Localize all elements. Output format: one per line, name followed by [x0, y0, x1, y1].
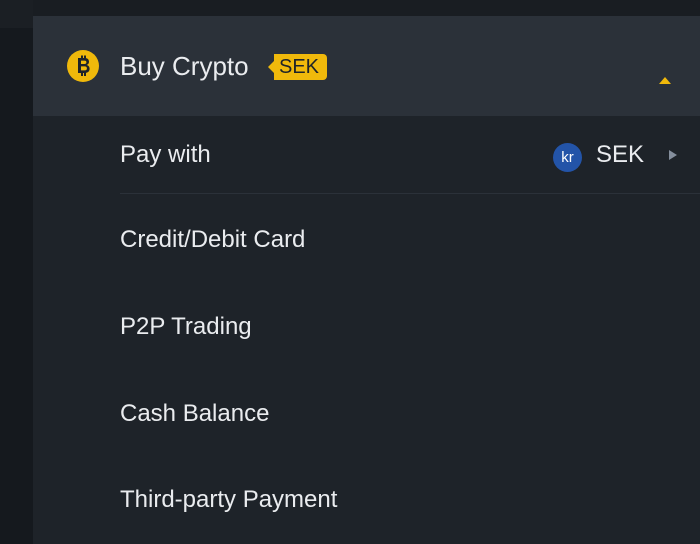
menu-item-label: Credit/Debit Card: [120, 226, 306, 253]
buy-crypto-menu: Buy Crypto SEK Pay with kr SEK Credit/De…: [33, 0, 700, 544]
bitcoin-icon: [67, 50, 99, 82]
menu-item-p2p-trading[interactable]: P2P Trading: [33, 284, 700, 370]
menu-item-credit-debit-card[interactable]: Credit/Debit Card: [33, 197, 700, 283]
chevron-right-icon: [669, 150, 677, 160]
page: Buy Crypto SEK Pay with kr SEK Credit/De…: [0, 0, 700, 544]
left-panel-edge: [0, 0, 33, 544]
menu-item-label: Third-party Payment: [120, 486, 338, 513]
pay-with-divider: [120, 193, 700, 194]
caret-up-icon[interactable]: [659, 77, 671, 84]
pay-with-currency-code: SEK: [596, 141, 645, 168]
pay-with-label: Pay with: [120, 141, 211, 168]
left-panel-top-band: [0, 0, 33, 28]
menu-item-label: P2P Trading: [120, 313, 252, 340]
menu-item-third-party-payment[interactable]: Third-party Payment: [33, 457, 700, 543]
menu-item-cash-balance[interactable]: Cash Balance: [33, 371, 700, 457]
currency-tag-label: SEK: [274, 54, 328, 80]
header-title: Buy Crypto: [120, 51, 249, 81]
menu-item-label: Cash Balance: [120, 400, 270, 427]
pay-with-row[interactable]: Pay with kr SEK: [33, 116, 700, 194]
currency-tag: SEK: [268, 54, 328, 80]
menu-top-band: [33, 0, 700, 16]
krona-currency-icon: kr: [553, 143, 582, 172]
buy-crypto-header[interactable]: Buy Crypto SEK: [33, 16, 700, 116]
